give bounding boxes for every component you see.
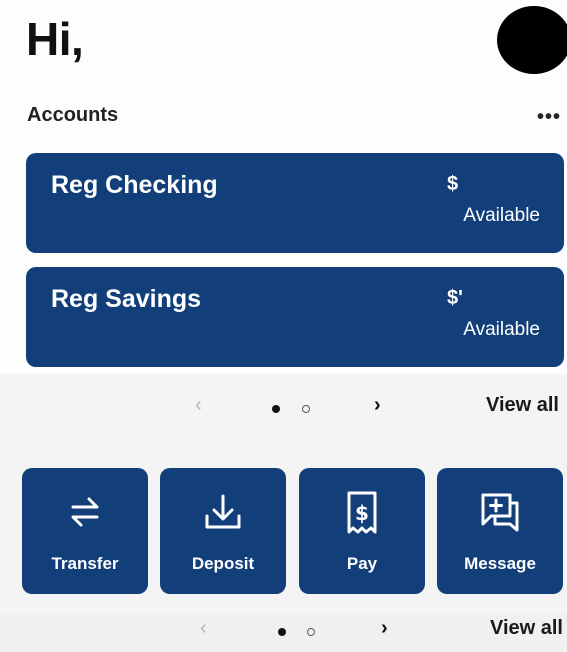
transfer-arrows-icon (22, 490, 148, 536)
action-label: Transfer (51, 554, 119, 573)
accounts-heading: Accounts (27, 104, 119, 126)
view-all-actions-link[interactable]: View all (490, 617, 563, 640)
deposit-button[interactable]: Deposit (160, 468, 286, 594)
actions-pager: ‹ › View all (0, 617, 567, 647)
available-label: Available (463, 319, 540, 340)
page-indicator[interactable] (307, 628, 315, 636)
dollar-receipt-icon: $ (299, 490, 425, 536)
action-label: Deposit (191, 554, 255, 573)
svg-text:$: $ (355, 501, 369, 525)
message-plus-icon (437, 490, 563, 536)
chevron-left-icon[interactable]: ‹ (195, 394, 202, 417)
view-all-accounts-link[interactable]: View all (486, 394, 559, 417)
more-options-icon[interactable]: ••• (537, 106, 561, 129)
page-indicator[interactable] (302, 405, 310, 413)
account-name: Reg Savings (51, 285, 202, 313)
avatar[interactable] (497, 6, 567, 74)
account-balance: $' (447, 287, 463, 309)
chevron-right-icon[interactable]: › (381, 617, 388, 640)
message-button[interactable]: Message (437, 468, 563, 594)
pay-button[interactable]: $ Pay (299, 468, 425, 594)
action-label: Message (464, 554, 536, 573)
account-card-savings[interactable]: Reg Savings $' Available (26, 267, 564, 367)
greeting-heading: Hi, (26, 13, 84, 65)
accounts-pager: ‹ › View all (0, 394, 567, 424)
account-card-checking[interactable]: Reg Checking $ Available (26, 153, 564, 253)
action-label: Pay (346, 554, 378, 573)
account-name: Reg Checking (51, 171, 218, 199)
chevron-left-icon[interactable]: ‹ (200, 617, 207, 640)
chevron-right-icon[interactable]: › (374, 394, 381, 417)
page-indicator-active (278, 628, 286, 636)
download-tray-icon (160, 490, 286, 536)
available-label: Available (463, 205, 540, 226)
account-balance: $ (447, 173, 459, 195)
page-indicator-active (272, 405, 280, 413)
transfer-button[interactable]: Transfer (22, 468, 148, 594)
